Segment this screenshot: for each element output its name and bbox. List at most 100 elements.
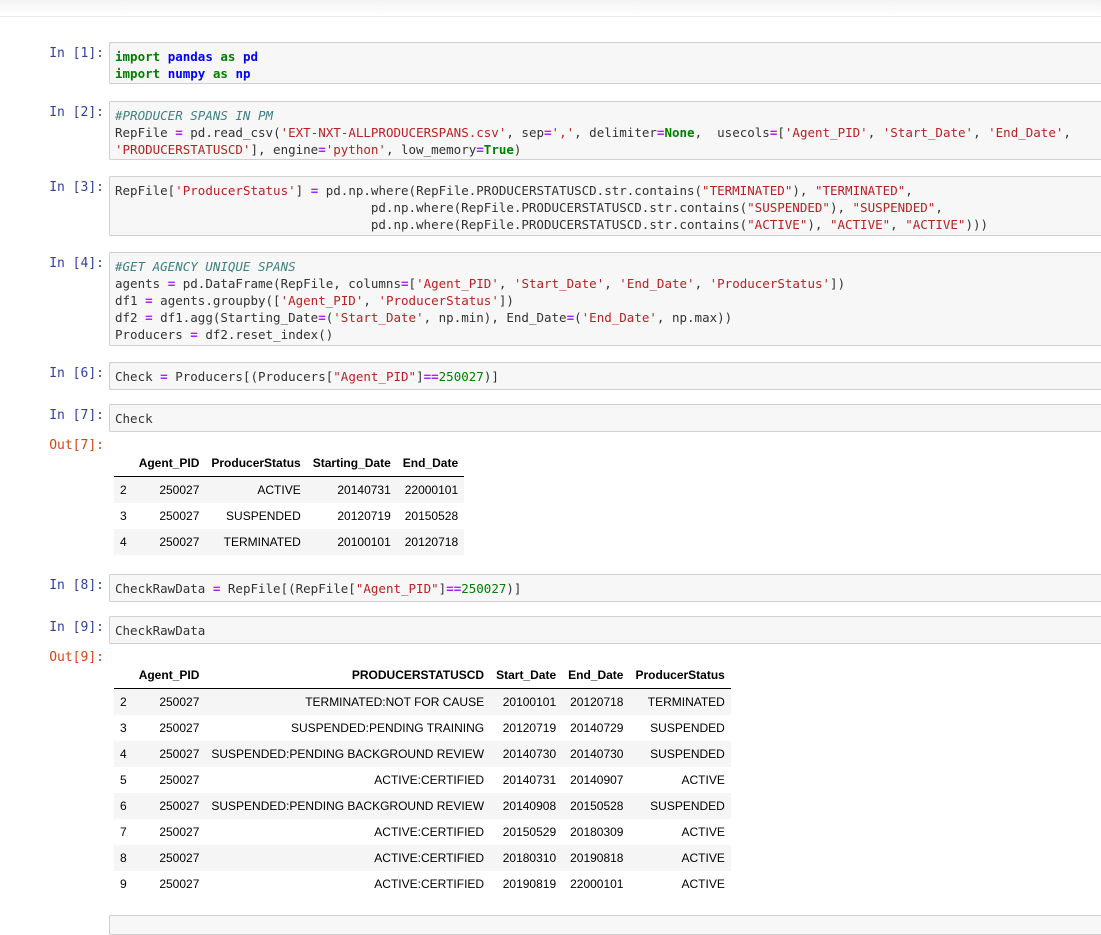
row-index: 5 bbox=[120, 773, 127, 787]
row-index: 4 bbox=[120, 535, 127, 549]
table-row: 5 250027 ACTIVE:CERTIFIED 20140731 20140907 A… bbox=[114, 767, 731, 793]
code-token: RepFile[ bbox=[115, 183, 176, 198]
code-token: , bbox=[604, 276, 620, 291]
code-token: ], engine bbox=[250, 142, 319, 157]
code-token: Producers bbox=[115, 327, 191, 342]
code-token: ] bbox=[416, 369, 424, 384]
table-cell: SUSPENDED bbox=[650, 799, 725, 813]
code-token: ), bbox=[807, 217, 830, 232]
code-token: "Agent_PID" bbox=[355, 581, 439, 596]
table-cell: 20140730 bbox=[570, 747, 624, 761]
code-token: Check bbox=[115, 369, 161, 384]
code-token: df2.reset_index() bbox=[197, 327, 334, 342]
table-cell: 20180309 bbox=[570, 825, 624, 839]
code-input[interactable]: import pandas as pd import numpy as np bbox=[109, 42, 1101, 84]
code-token: "TERMINATED" bbox=[702, 183, 793, 198]
code-token: np bbox=[235, 66, 251, 81]
code-token: 'ProducerStatus' bbox=[709, 276, 831, 291]
code-token: 'Start_Date' bbox=[333, 310, 424, 325]
code-token: , np.min), End_Date bbox=[423, 310, 567, 325]
code-token: pd. bbox=[182, 125, 213, 140]
table-cell: ACTIVE:CERTIFIED bbox=[374, 851, 485, 865]
code-token: pd.np.where(RepFile.PRODUCERSTATUSCD.str… bbox=[115, 200, 748, 215]
table-cell: ACTIVE bbox=[681, 773, 725, 787]
code-token: ( bbox=[574, 310, 582, 325]
code-token: == bbox=[423, 369, 439, 384]
table-cell: 20150528 bbox=[570, 799, 624, 813]
row-index: 2 bbox=[120, 483, 127, 497]
table-row: 3 250027 SUSPENDED 20120719 20150528 bbox=[114, 503, 464, 529]
code-token: = bbox=[476, 142, 484, 157]
table-cell: 20120719 bbox=[337, 509, 391, 523]
code-token: "ACTIVE" bbox=[747, 217, 808, 232]
code-token: "TERMINATED" bbox=[814, 183, 906, 198]
input-prompt: In [9]: bbox=[49, 620, 104, 635]
code-token: numpy bbox=[167, 66, 206, 81]
column-header: End_Date bbox=[396, 450, 465, 477]
table-row: 4 250027 SUSPENDED:PENDING BACKGROUND REVI… bbox=[114, 741, 731, 767]
output-prompt: Out[9]: bbox=[49, 650, 104, 665]
code-block: CheckRawData = RepFile[(RepFile["Agent_P… bbox=[110, 575, 1101, 597]
code-token: , bbox=[363, 293, 379, 308]
table-cell: 250027 bbox=[159, 825, 200, 839]
code-token: = bbox=[190, 327, 198, 342]
code-input[interactable]: Check bbox=[109, 404, 1101, 432]
code-token: import bbox=[115, 66, 161, 81]
code-input[interactable]: #PRODUCER SPANS IN PM RepFile = pd.read_… bbox=[109, 101, 1101, 160]
code-token: = bbox=[175, 125, 183, 140]
table-row: 3 250027 SUSPENDED:PENDING TRAINING 2012071… bbox=[114, 715, 731, 741]
code-input[interactable]: #GET AGENCY UNIQUE SPANS agents = pd.Dat… bbox=[109, 252, 1101, 346]
code-token: , sep bbox=[506, 125, 545, 140]
code-token: = bbox=[160, 369, 168, 384]
table-cell: 20190819 bbox=[502, 877, 557, 891]
code-input[interactable]: RepFile['ProducerStatus'] = pd.np.where(… bbox=[109, 176, 1101, 236]
code-token: [ bbox=[777, 125, 785, 140]
table-cell: ACTIVE bbox=[681, 851, 725, 865]
table-cell: 20100101 bbox=[337, 535, 391, 549]
code-token: "ACTIVE" bbox=[829, 217, 891, 232]
code-token: pd.np.where(RepFile.PRODUCERSTATUSCD.str… bbox=[115, 217, 748, 232]
table-cell: 22000101 bbox=[570, 877, 624, 891]
code-input[interactable]: Check = Producers[(Producers["Agent_PID"… bbox=[109, 362, 1101, 390]
table-cell: SUSPENDED:PENDING BACKGROUND REVIEW bbox=[211, 799, 485, 813]
table-cell: TERMINATED bbox=[223, 535, 301, 549]
code-token: , bbox=[867, 125, 883, 140]
code-input[interactable]: CheckRawData = RepFile[(RepFile["Agent_P… bbox=[109, 574, 1101, 602]
table-cell: 20140907 bbox=[570, 773, 624, 787]
table-cell: ACTIVE:CERTIFIED bbox=[374, 773, 485, 787]
code-token: , bbox=[694, 276, 710, 291]
table-row: 6 250027 SUSPENDED:PENDING BACKGROUND REVI… bbox=[114, 793, 731, 819]
code-token: , np.max)) bbox=[656, 310, 733, 325]
next-code-input[interactable] bbox=[109, 915, 1101, 935]
table-cell: 250027 bbox=[159, 747, 200, 761]
output-prompt: Out[7]: bbox=[49, 438, 104, 453]
code-token: = bbox=[566, 310, 575, 325]
code-token: "SUSPENDED" bbox=[747, 200, 830, 215]
table-cell: 250027 bbox=[159, 695, 200, 709]
code-token: pd.DataFrame(RepFile, columns bbox=[175, 276, 401, 291]
column-header: ProducerStatus bbox=[629, 662, 731, 689]
code-block: import pandas as pd import numpy as np bbox=[110, 43, 1101, 82]
code-token: 'Start_Date' bbox=[513, 276, 605, 291]
table-row: 9 250027 ACTIVE:CERTIFIED 20190819 22000101 A… bbox=[114, 871, 731, 897]
code-token: = bbox=[318, 142, 326, 157]
code-block: CheckRawData bbox=[110, 617, 1101, 639]
code-token: True bbox=[483, 142, 514, 157]
input-prompt: In [2]: bbox=[49, 105, 104, 120]
code-token: , bbox=[905, 183, 913, 198]
code-token: , usecols bbox=[694, 125, 770, 140]
notebook-toolbar-edge bbox=[0, 0, 1101, 17]
code-token: ))) bbox=[965, 217, 989, 232]
code-token: RepFile[(RepFile[ bbox=[220, 581, 356, 596]
code-token: agents.groupby([ bbox=[152, 293, 281, 308]
code-token: = bbox=[145, 293, 153, 308]
table-cell: 20190818 bbox=[570, 851, 624, 865]
code-token: == bbox=[446, 581, 462, 596]
table-cell: SUSPENDED:PENDING BACKGROUND REVIEW bbox=[211, 747, 485, 761]
code-input[interactable]: CheckRawData bbox=[109, 616, 1101, 644]
code-token: 'python' bbox=[325, 142, 386, 157]
code-token: ] bbox=[295, 183, 311, 198]
code-block: RepFile['ProducerStatus'] = pd.np.where(… bbox=[110, 177, 1101, 233]
